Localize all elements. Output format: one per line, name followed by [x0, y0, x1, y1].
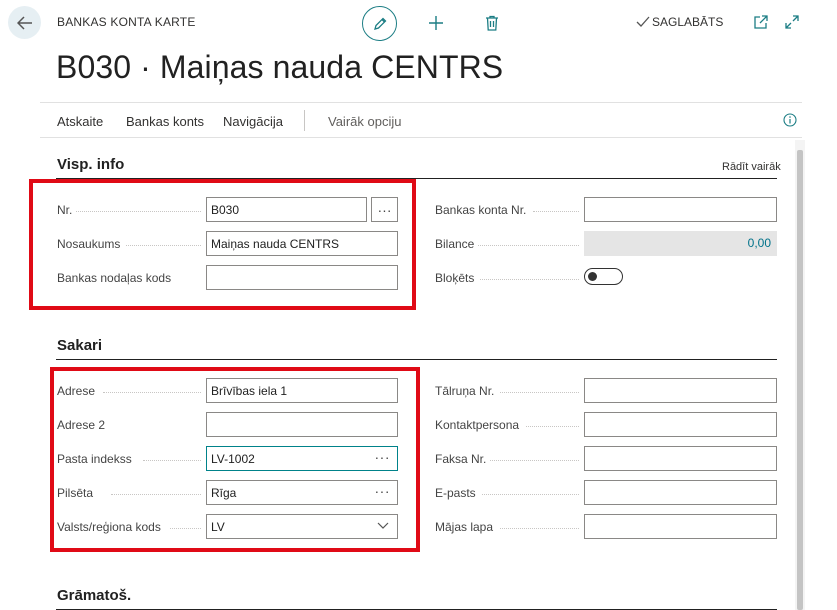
info-icon[interactable]: [783, 113, 797, 127]
section-divider: [56, 178, 777, 179]
action-bar: Atskaite Bankas konts Navigācija Vairāk …: [40, 102, 802, 138]
more-icon[interactable]: ···: [375, 449, 391, 465]
fax-field[interactable]: [584, 446, 777, 471]
section-divider: [56, 359, 777, 360]
blocked-toggle[interactable]: [584, 268, 623, 285]
label-leader: [480, 279, 579, 280]
popout-icon: [754, 15, 768, 29]
no-label: Nr.: [57, 203, 73, 217]
label-leader: [111, 494, 201, 495]
popout-button[interactable]: [753, 14, 769, 30]
saved-status: SAGLABĀTS: [636, 15, 723, 29]
action-bank-account[interactable]: Bankas konts: [126, 114, 204, 129]
name-label: Nosaukums: [57, 237, 121, 251]
address-field[interactable]: Brīvības iela 1: [206, 378, 398, 403]
label-leader: [500, 392, 579, 393]
trash-icon: [486, 15, 498, 31]
account-no-field[interactable]: [584, 197, 777, 222]
action-navigation[interactable]: Navigācija: [223, 114, 283, 129]
branch-field[interactable]: [206, 265, 398, 290]
city-field[interactable]: Rīga ···: [206, 480, 398, 505]
back-arrow-icon: [16, 15, 32, 30]
country-value: LV: [211, 520, 225, 534]
fax-label: Faksa Nr.: [435, 452, 487, 466]
label-leader: [490, 460, 579, 461]
homepage-field[interactable]: [584, 514, 777, 539]
page-caption: BANKAS KONTA KARTE: [57, 15, 196, 29]
more-icon[interactable]: ···: [375, 483, 391, 499]
show-more-link[interactable]: Rādīt vairāk: [722, 161, 781, 173]
expand-button[interactable]: [784, 14, 800, 30]
plus-icon: [429, 16, 443, 30]
balance-label: Bilance: [435, 237, 475, 251]
section-title-contact[interactable]: Sakari: [57, 337, 102, 354]
label-leader: [143, 460, 201, 461]
edit-button[interactable]: [362, 6, 397, 41]
label-leader: [533, 211, 579, 212]
email-label: E-pasts: [435, 486, 476, 500]
address-label: Adrese: [57, 384, 96, 398]
no-field[interactable]: B030: [206, 197, 367, 222]
address2-field[interactable]: [206, 412, 398, 437]
page-title: B030 · Maiņas nauda CENTRS: [56, 49, 504, 85]
label-leader: [482, 494, 579, 495]
chevron-down-icon: [377, 522, 389, 529]
phone-field[interactable]: [584, 378, 777, 403]
phone-label: Tālruņa Nr.: [435, 384, 495, 398]
account-no-label: Bankas konta Nr.: [435, 203, 527, 217]
toggle-knob: [588, 272, 597, 281]
back-button[interactable]: [8, 6, 41, 39]
label-leader: [76, 211, 201, 212]
branch-label: Bankas nodaļas kods: [57, 271, 172, 285]
country-select[interactable]: LV: [206, 514, 398, 539]
delete-button[interactable]: [481, 12, 503, 34]
pencil-icon: [373, 17, 386, 30]
scrollbar-thumb[interactable]: [797, 150, 803, 610]
balance-field[interactable]: 0,00: [584, 231, 777, 256]
action-more-options[interactable]: Vairāk opciju: [328, 114, 401, 129]
homepage-label: Mājas lapa: [435, 520, 494, 534]
check-icon: [636, 16, 650, 27]
city-value: Rīga: [211, 486, 237, 500]
city-label: Pilsēta: [57, 486, 94, 500]
action-separator: [304, 110, 305, 131]
label-leader: [170, 528, 201, 529]
name-field[interactable]: Maiņas nauda CENTRS: [206, 231, 398, 256]
label-leader: [126, 245, 201, 246]
section-title-posting[interactable]: Grāmatoš.: [57, 587, 131, 604]
expand-icon: [785, 15, 799, 29]
label-leader: [478, 245, 579, 246]
more-icon: ···: [377, 201, 392, 218]
label-leader: [500, 528, 579, 529]
postcode-field[interactable]: LV-1002 ···: [206, 446, 398, 471]
label-leader: [526, 426, 579, 427]
contact-field[interactable]: [584, 412, 777, 437]
address2-label: Adrese 2: [57, 418, 106, 432]
postcode-value: LV-1002: [211, 452, 255, 466]
country-label: Valsts/reģiona kods: [57, 520, 161, 534]
postcode-label: Pasta indekss: [57, 452, 132, 466]
saved-label: SAGLABĀTS: [652, 15, 724, 29]
no-assist-button[interactable]: ···: [371, 197, 398, 222]
email-field[interactable]: [584, 480, 777, 505]
label-leader: [103, 392, 201, 393]
add-button[interactable]: [425, 12, 447, 34]
blocked-label: Bloķēts: [435, 271, 475, 285]
action-report[interactable]: Atskaite: [57, 114, 103, 129]
contact-label: Kontaktpersona: [435, 418, 520, 432]
section-title-general[interactable]: Visp. info: [57, 156, 124, 173]
